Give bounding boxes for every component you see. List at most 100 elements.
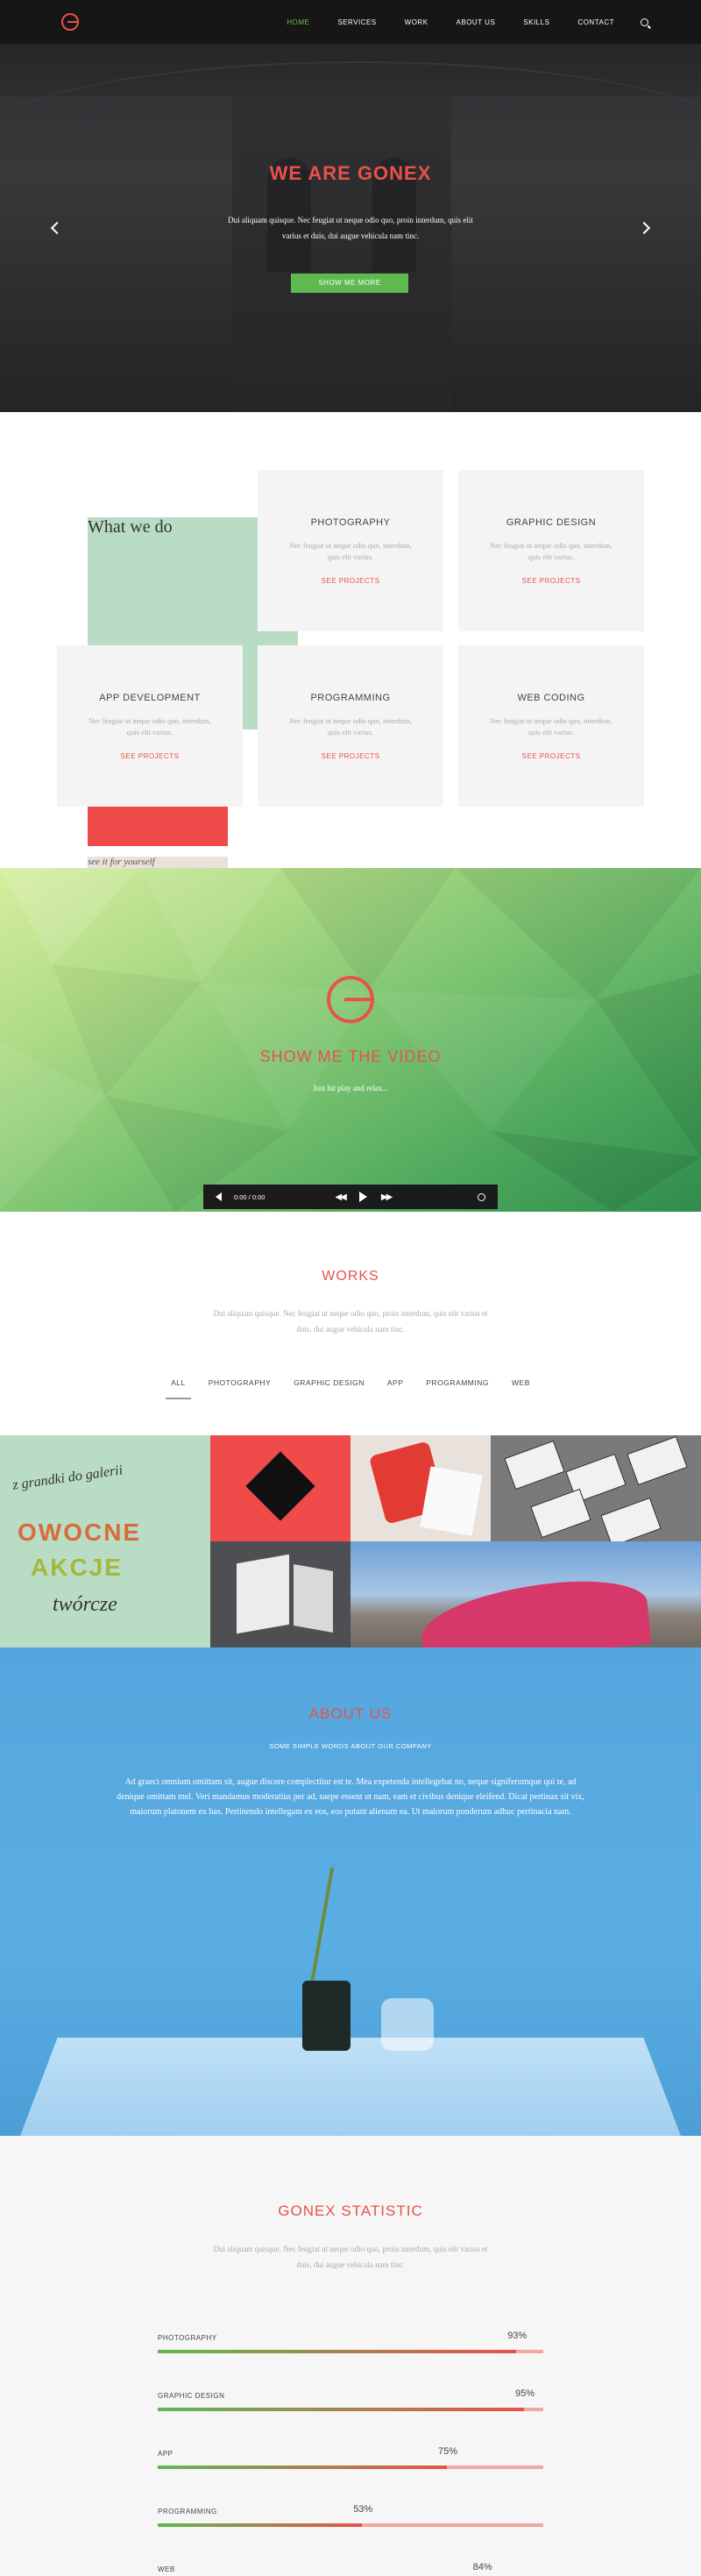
- skill-percent: 95%: [515, 2388, 535, 2399]
- see-projects-link[interactable]: SEE PROJECTS: [57, 752, 243, 760]
- filter-all[interactable]: ALL: [166, 1378, 191, 1399]
- video-section: SHOW ME THE VIDEO Just hit play and rela…: [0, 868, 701, 1212]
- video-subtitle: Just hit play and relax...: [313, 1084, 388, 1092]
- stats-title: GONEX STATISTIC: [278, 2202, 423, 2219]
- skill-track: [158, 2350, 543, 2353]
- see-projects-link[interactable]: SEE PROJECTS: [458, 577, 644, 585]
- service-card-web-coding: WEB CODING Nec feugiat ut neque odio quo…: [458, 645, 644, 807]
- nav-services[interactable]: SERVICES: [337, 18, 376, 26]
- service-title: GRAPHIC DESIGN: [506, 517, 597, 528]
- nav-about-us[interactable]: ABOUT US: [457, 18, 496, 26]
- fullscreen-icon[interactable]: [478, 1192, 485, 1201]
- search-icon[interactable]: [641, 18, 648, 26]
- service-card-photography: PHOTOGRAPHY Nec feugiat ut neque odio qu…: [258, 470, 443, 631]
- services-section: What we do BEST see it for yourself PHOT…: [0, 412, 701, 963]
- service-title: APP DEVELOPMENT: [99, 693, 201, 703]
- fast-forward-icon[interactable]: ▶▶: [381, 1192, 393, 1202]
- nav-contact[interactable]: CONTACT: [577, 18, 614, 26]
- skill-fill: [158, 2523, 363, 2527]
- table-image: [18, 2038, 683, 2136]
- works-title: WORKS: [322, 1269, 379, 1284]
- gonex-logo-icon[interactable]: [61, 13, 79, 31]
- works-text: Dui aliquam quisque. Nec feugiat ut nequ…: [213, 1309, 488, 1334]
- nav-skills[interactable]: SKILLS: [523, 18, 549, 26]
- skill-fill: [158, 2408, 524, 2411]
- plant-stem: [308, 1867, 335, 1989]
- skill-bar: PROGRAMMING 53%: [158, 2504, 543, 2534]
- hero-slider: WE ARE GONEX Dui aliquam quisque. Nec fe…: [0, 44, 701, 412]
- skill-label: APP: [158, 2450, 173, 2458]
- portfolio-item[interactable]: z grandki do galerii OWOCNE AKCJE twórcz…: [0, 1435, 210, 1647]
- filter-programming[interactable]: PROGRAMMING: [426, 1378, 489, 1387]
- gonex-logo-icon: [327, 976, 374, 1023]
- nav-work[interactable]: WORK: [405, 18, 428, 26]
- service-title: WEB CODING: [517, 693, 585, 703]
- portfolio-item[interactable]: [491, 1435, 701, 1541]
- skill-track: [158, 2408, 543, 2411]
- skill-percent: 84%: [472, 2562, 492, 2572]
- filter-app[interactable]: APP: [387, 1378, 404, 1387]
- skill-label: PROGRAMMING: [158, 2508, 217, 2516]
- about-text: Ad graeci omnium omittam sit, augue disc…: [117, 1777, 584, 1817]
- portfolio-item[interactable]: [210, 1435, 350, 1541]
- vase-image: [302, 1981, 350, 2051]
- business-card: [530, 1488, 591, 1539]
- stats-text: Dui aliquam quisque. Nec feugiat ut nequ…: [213, 2245, 488, 2269]
- low-poly-background: [0, 868, 701, 1212]
- see-projects-link[interactable]: SEE PROJECTS: [458, 752, 644, 760]
- skill-percent: 53%: [353, 2504, 373, 2515]
- skill-label: PHOTOGRAPHY: [158, 2334, 217, 2342]
- nav-home[interactable]: HOME: [287, 18, 309, 26]
- skill-label: GRAPHIC DESIGN: [158, 2392, 225, 2400]
- skill-bar: PHOTOGRAPHY 93%: [158, 2330, 543, 2360]
- jar-image: [381, 1998, 434, 2051]
- portfolio-item[interactable]: [350, 1541, 701, 1647]
- skill-track: [158, 2466, 543, 2469]
- video-title: SHOW ME THE VIDEO: [259, 1048, 442, 1065]
- about-subtitle: SOME SIMPLE WORDS ABOUT OUR COMPANY: [269, 1742, 432, 1750]
- filter-web[interactable]: WEB: [512, 1378, 530, 1387]
- service-card-graphic-design: GRAPHIC DESIGN Nec feugiat ut neque odio…: [458, 470, 644, 631]
- lettering-art-4: twórcze: [53, 1593, 117, 1616]
- statistics-section: GONEX STATISTIC Dui aliquam quisque. Nec…: [0, 2136, 701, 2576]
- white-card: [420, 1466, 483, 1536]
- service-title: PROGRAMMING: [310, 693, 391, 703]
- video-player-controls: 0:00 / 0:00 ◀◀ ▶▶: [203, 1185, 498, 1209]
- service-desc: Nec feugiat ut neque odio quo, interdum,…: [289, 716, 412, 737]
- business-card: [600, 1497, 662, 1541]
- show-me-more-button[interactable]: SHOW ME MORE: [291, 274, 408, 293]
- lettering-art: z grandki do galerii: [11, 1462, 124, 1493]
- filter-photography[interactable]: PHOTOGRAPHY: [209, 1378, 271, 1387]
- video-time: 0:00 / 0:00: [234, 1192, 266, 1201]
- see-projects-link[interactable]: SEE PROJECTS: [258, 577, 443, 585]
- skill-bar: APP 75%: [158, 2446, 543, 2476]
- business-card: [504, 1440, 565, 1491]
- filter-graphic-design[interactable]: GRAPHIC DESIGN: [294, 1378, 365, 1387]
- play-icon[interactable]: [358, 1192, 367, 1202]
- service-title: PHOTOGRAPHY: [310, 517, 391, 528]
- skill-fill: [158, 2466, 447, 2469]
- stationery-mockup: [237, 1554, 289, 1634]
- rewind-icon[interactable]: ◀◀: [335, 1192, 346, 1202]
- hero-title: WE ARE GONEX: [269, 162, 432, 184]
- see-projects-link[interactable]: SEE PROJECTS: [258, 752, 443, 760]
- service-desc: Nec feugiat ut neque odio quo, interdum,…: [89, 716, 211, 737]
- about-title: ABOUT US: [308, 1705, 393, 1722]
- top-navbar: HOME SERVICES WORK ABOUT US SKILLS CONTA…: [0, 0, 701, 44]
- skill-bar: GRAPHIC DESIGN 95%: [158, 2388, 543, 2418]
- volume-icon[interactable]: [216, 1192, 222, 1201]
- service-card-app-development: APP DEVELOPMENT Nec feugiat ut neque odi…: [57, 645, 243, 807]
- skill-percent: 75%: [438, 2446, 458, 2457]
- service-desc: Nec feugiat ut neque odio quo, interdum,…: [490, 716, 612, 737]
- stationery-mockup-2: [294, 1564, 333, 1633]
- skill-label: WEB: [158, 2565, 175, 2573]
- works-filters: ALL PHOTOGRAPHY GRAPHIC DESIGN APP PROGR…: [0, 1378, 701, 1399]
- skill-track: [158, 2523, 543, 2527]
- portfolio-item[interactable]: [210, 1541, 350, 1647]
- portfolio-item[interactable]: [350, 1435, 491, 1541]
- service-card-programming: PROGRAMMING Nec feugiat ut neque odio qu…: [258, 645, 443, 807]
- lettering-art-2: OWOCNE: [18, 1519, 142, 1546]
- service-desc: Nec feugiat ut neque odio quo, interdum,…: [289, 541, 412, 561]
- main-menu: HOME SERVICES WORK ABOUT US SKILLS CONTA…: [258, 0, 648, 44]
- service-desc: Nec feugiat ut neque odio quo, interdum,…: [490, 541, 612, 561]
